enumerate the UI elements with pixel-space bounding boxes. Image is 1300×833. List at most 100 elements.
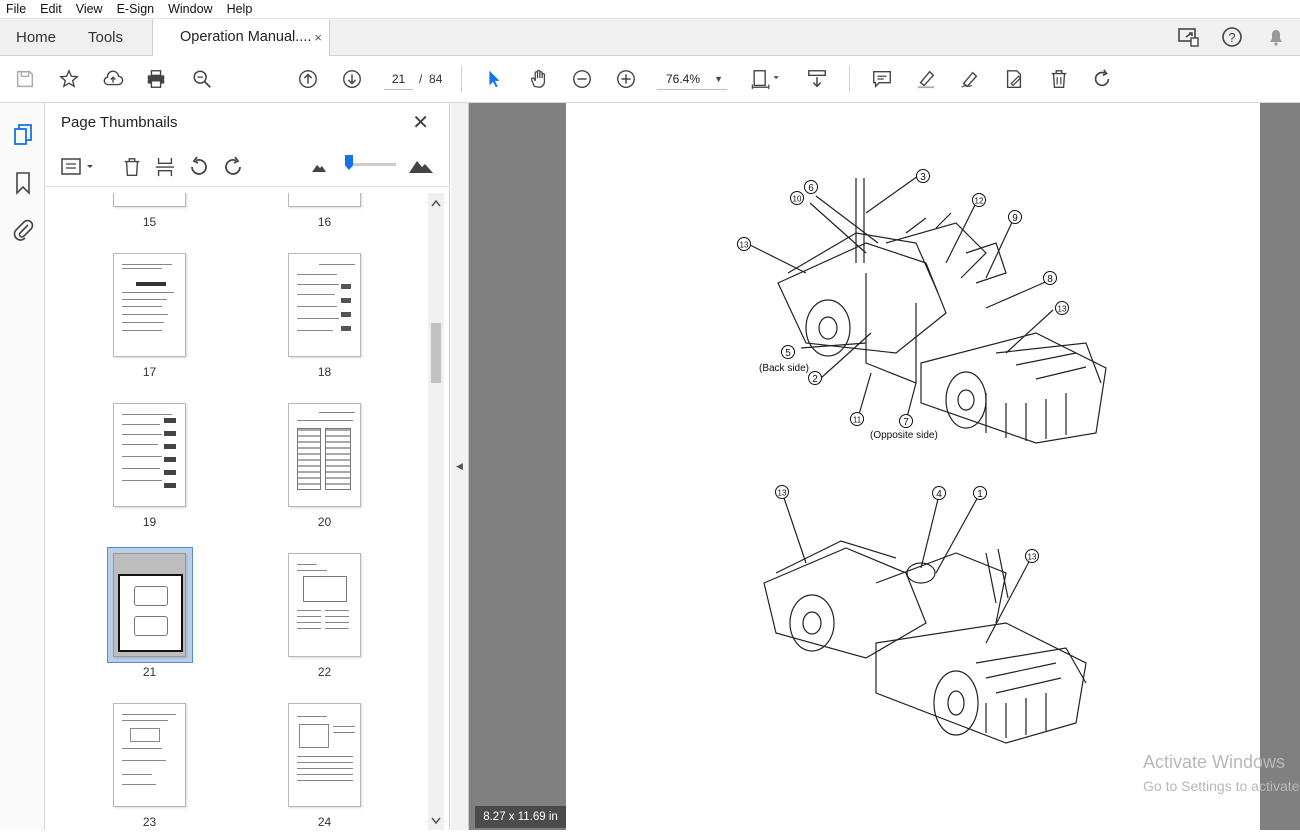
next-page-icon[interactable] [340, 67, 364, 91]
activate-windows-subtext: Go to Settings to activate Windows. [1143, 778, 1300, 794]
thumbnail-options-icon[interactable] [61, 157, 97, 177]
thumbnail-page[interactable] [288, 193, 361, 207]
menu-edit[interactable]: Edit [40, 2, 62, 16]
callout-13a: 13 [737, 237, 751, 251]
menu-view[interactable]: View [76, 2, 103, 16]
page-size-indicator: 8.27 x 11.69 in [475, 806, 566, 828]
callout-13c: 13 [775, 485, 789, 499]
thumbnail-label: 21 [142, 665, 157, 679]
thumbnail-label: 17 [142, 365, 157, 379]
thumbnail-label: 23 [142, 815, 157, 829]
thumbnail-list: 15 16 17 18 19 20 21 22 23 24 [45, 193, 428, 830]
thumbnail-label: 18 [317, 365, 332, 379]
highlight-pen-icon[interactable] [914, 67, 938, 91]
thumbnail-page[interactable] [113, 193, 186, 207]
thumbnail-page[interactable] [288, 553, 361, 657]
back-side-label: (Back side) [759, 363, 809, 374]
thumbnail-page-current[interactable] [113, 553, 186, 657]
callout-6: 6 [804, 180, 818, 194]
thumbnail-page[interactable] [113, 403, 186, 507]
print-icon[interactable] [144, 67, 168, 91]
scroll-down-arrow-icon[interactable] [431, 817, 441, 825]
thumbnail-size-slider[interactable] [350, 163, 396, 166]
tab-icons: ? [1176, 25, 1288, 49]
rotate-cw-icon[interactable] [221, 155, 245, 179]
callout-10-text: 10 [793, 195, 802, 204]
callout-4-text: 4 [936, 489, 942, 500]
redo-rotate-icon[interactable] [1090, 67, 1114, 91]
thumbnail-page[interactable] [288, 703, 361, 807]
panel-close-icon[interactable]: ✕ [412, 110, 429, 135]
thumbnail-label: 15 [142, 215, 157, 229]
attachments-icon[interactable] [12, 217, 34, 241]
delete-page-icon[interactable] [121, 155, 143, 179]
main-toolbar: 21 / 84 76.4% ▼ [0, 56, 1300, 103]
menu-bar: File Edit View E-Sign Window Help [0, 0, 1300, 19]
upload-cloud-icon[interactable] [101, 67, 125, 91]
menu-help[interactable]: Help [227, 2, 253, 16]
thumbnail-label: 19 [142, 515, 157, 529]
help-icon[interactable]: ? [1220, 25, 1244, 49]
bookmarks-icon[interactable] [14, 171, 32, 195]
edit-pdf-icon[interactable] [1002, 67, 1026, 91]
bookmark-star-icon[interactable] [57, 67, 81, 91]
menu-window[interactable]: Window [168, 2, 212, 16]
menu-file[interactable]: File [6, 2, 26, 16]
page-thumbnails-icon[interactable] [12, 123, 34, 147]
callout-6-text: 6 [808, 183, 814, 194]
roller-figure: 3 6 10 12 9 13 8 13 5 2 11 7 (Back side)… [737, 169, 1107, 744]
panel-collapse-handle[interactable]: ◀ [451, 103, 469, 830]
large-thumbnail-icon[interactable] [408, 156, 434, 174]
find-zoom-icon[interactable] [190, 67, 214, 91]
zoom-dropdown-arrow: ▼ [714, 74, 723, 84]
menu-esign[interactable]: E-Sign [117, 2, 155, 16]
draw-sign-icon[interactable] [958, 67, 982, 91]
thumbnail-label: 20 [317, 515, 332, 529]
thumbnail-scrollbar[interactable] [428, 193, 444, 830]
tab-tools[interactable]: Tools [88, 19, 123, 56]
tab-home[interactable]: Home [16, 19, 56, 56]
callout-11-text: 11 [853, 416, 862, 425]
page-number-input[interactable]: 21 [384, 68, 413, 90]
select-cursor-icon[interactable] [482, 67, 506, 91]
callout-13-text: 13 [1028, 553, 1037, 562]
save-icon[interactable] [13, 67, 37, 91]
thumbnail-page[interactable] [288, 403, 361, 507]
tab-document[interactable]: Operation Manual.... × [152, 19, 330, 56]
thumbnail-label: 16 [317, 215, 332, 229]
panel-toolbar [45, 147, 450, 187]
callout-5: 5 [781, 345, 795, 359]
delete-icon[interactable] [1047, 67, 1071, 91]
thumbnail-page[interactable] [113, 253, 186, 357]
callout-13-text: 13 [778, 489, 787, 498]
small-thumbnail-icon[interactable] [311, 161, 327, 173]
hand-tool-icon[interactable] [526, 67, 550, 91]
thumbnail-page[interactable] [113, 703, 186, 807]
share-screen-icon[interactable] [1176, 25, 1200, 49]
collapse-arrow-icon: ◀ [456, 461, 463, 471]
thumbnail-page[interactable] [288, 253, 361, 357]
tab-close-icon[interactable]: × [314, 19, 322, 56]
page-separator: / [419, 72, 423, 86]
callout-2-text: 2 [812, 374, 818, 385]
callout-9-text: 9 [1012, 213, 1018, 224]
zoom-in-icon[interactable] [614, 67, 638, 91]
tab-bar: Home Tools Operation Manual.... × ? [0, 19, 1300, 56]
zoom-level-select[interactable]: 76.4% ▼ [657, 68, 727, 90]
scrollbar-thumb[interactable] [431, 323, 441, 383]
page-total: / 84 [419, 68, 442, 90]
extract-page-icon[interactable] [154, 155, 176, 179]
rotate-ccw-icon[interactable] [187, 155, 211, 179]
previous-page-icon[interactable] [296, 67, 320, 91]
page-fit-icon[interactable] [750, 67, 784, 91]
comment-icon[interactable] [870, 67, 894, 91]
callout-3: 3 [916, 169, 930, 183]
notification-bell-icon[interactable] [1264, 25, 1288, 49]
viewer-right-gutter [1260, 103, 1300, 830]
callout-2: 2 [808, 371, 822, 385]
zoom-out-icon[interactable] [570, 67, 594, 91]
scroll-mode-icon[interactable] [805, 67, 829, 91]
zoom-value: 76.4% [666, 72, 701, 86]
scroll-up-arrow-icon[interactable] [431, 199, 441, 207]
callout-1: 1 [973, 486, 987, 500]
